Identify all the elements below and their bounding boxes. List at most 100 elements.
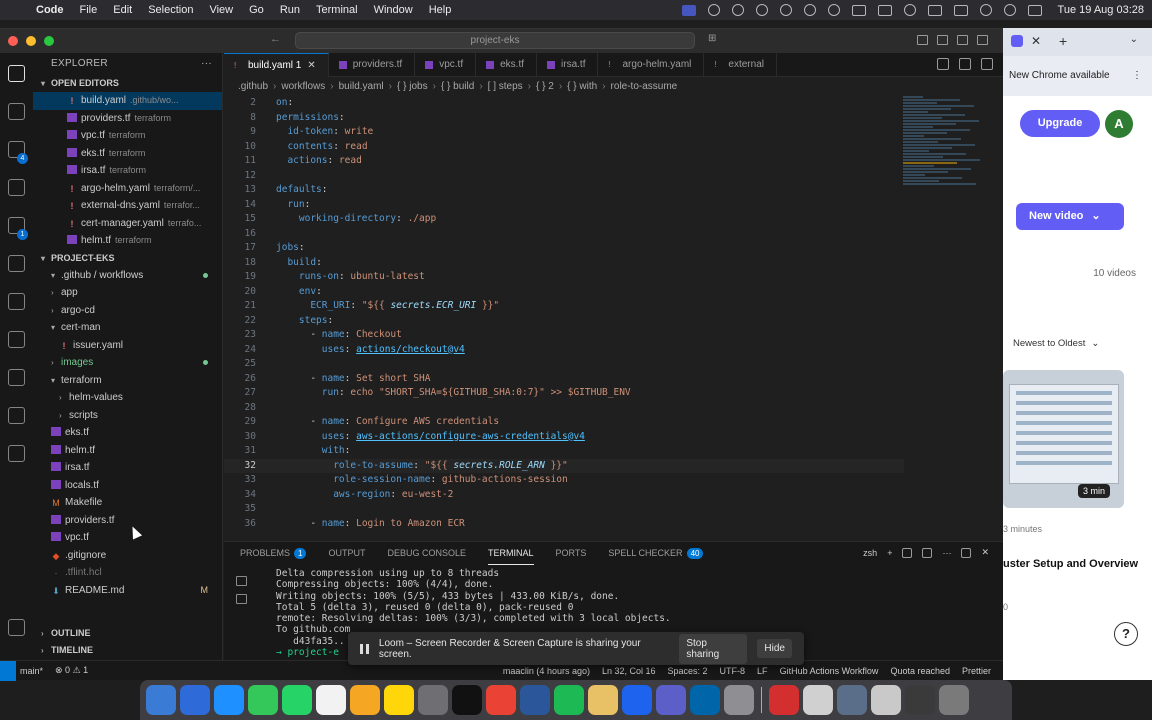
menu-selection[interactable]: Selection bbox=[148, 4, 193, 16]
outline-header[interactable]: › OUTLINE bbox=[33, 625, 222, 642]
search-icon[interactable] bbox=[8, 103, 25, 120]
search-icon[interactable] bbox=[1003, 4, 1016, 16]
menu-view[interactable]: View bbox=[209, 4, 233, 16]
menu-terminal[interactable]: Terminal bbox=[316, 4, 358, 16]
spotify-icon[interactable] bbox=[554, 685, 584, 715]
open-editor-item[interactable]: eks.tf terraform bbox=[33, 145, 222, 163]
help-button[interactable]: ? bbox=[1114, 622, 1138, 646]
trash-icon[interactable] bbox=[939, 685, 969, 715]
tree-item[interactable]: providers.tf bbox=[33, 512, 222, 530]
code-line[interactable]: 8 permissions: bbox=[224, 111, 904, 126]
tree-item[interactable]: ⬇ README.md M bbox=[33, 582, 222, 600]
tree-item[interactable]: › helm-values bbox=[33, 389, 222, 407]
panel-tab-ports[interactable]: PORTS bbox=[556, 542, 587, 564]
explorer-icon[interactable] bbox=[8, 65, 25, 82]
cursor-position[interactable]: Ln 32, Col 16 bbox=[602, 666, 656, 676]
encoding-indicator[interactable]: UTF-8 bbox=[720, 666, 746, 676]
menu-run[interactable]: Run bbox=[280, 4, 300, 16]
code-line[interactable]: 20 env: bbox=[224, 285, 904, 300]
problems-indicator[interactable]: ⊗ 0 ⚠ 1 bbox=[55, 665, 88, 676]
battery-icon[interactable] bbox=[953, 4, 968, 16]
tray-app-icon[interactable] bbox=[779, 4, 792, 16]
display-icon[interactable] bbox=[927, 4, 942, 16]
panel-tab-debug-console[interactable]: DEBUG CONSOLE bbox=[387, 542, 466, 564]
code-line[interactable]: 28 bbox=[224, 401, 904, 416]
language-indicator[interactable]: GitHub Actions Workflow bbox=[780, 666, 879, 676]
menu-code[interactable]: Code bbox=[36, 4, 64, 16]
code-line[interactable]: 17 jobs: bbox=[224, 241, 904, 256]
tree-item[interactable]: locals.tf bbox=[33, 477, 222, 495]
code-line[interactable]: 2 on: bbox=[224, 96, 904, 111]
tree-item[interactable]: helm.tf bbox=[33, 442, 222, 460]
project-header[interactable]: ▾ PROJECT-EKS bbox=[33, 250, 222, 267]
finder-icon[interactable] bbox=[146, 685, 176, 715]
open-editor-item[interactable]: providers.tf terraform bbox=[33, 110, 222, 128]
code-line[interactable]: 13 defaults: bbox=[224, 183, 904, 198]
tree-item[interactable]: › images bbox=[33, 354, 222, 372]
customize-layout-icon[interactable] bbox=[977, 35, 988, 45]
stop-sharing-button[interactable]: Stop sharing bbox=[679, 633, 748, 664]
code-line[interactable]: 27 run: echo "SHORT_SHA=${GITHUB_SHA:0:7… bbox=[224, 386, 904, 401]
copilot-icon[interactable]: ⊞ bbox=[708, 33, 716, 44]
chrome-update-text[interactable]: New Chrome available bbox=[1009, 70, 1110, 81]
menu-file[interactable]: File bbox=[80, 4, 98, 16]
chrome-icon[interactable] bbox=[486, 685, 516, 715]
tab-providers[interactable]: providers.tf bbox=[329, 53, 416, 77]
github-actions-icon[interactable] bbox=[8, 369, 25, 386]
prettier-indicator[interactable]: Prettier bbox=[962, 666, 991, 676]
command-center[interactable]: project-eks bbox=[295, 32, 695, 49]
hide-button[interactable]: Hide bbox=[757, 639, 792, 658]
code-line[interactable]: 18 build: bbox=[224, 256, 904, 271]
tree-item[interactable]: M Makefile bbox=[33, 494, 222, 512]
messages-icon[interactable] bbox=[248, 685, 278, 715]
code-line[interactable]: 26 - name: Set short SHA bbox=[224, 372, 904, 387]
open-editor-item[interactable]: irsa.tf terraform bbox=[33, 162, 222, 180]
sort-select[interactable]: Newest to Oldest ⌄ bbox=[1013, 338, 1099, 349]
breadcrumb-item[interactable]: { } 2 bbox=[536, 81, 554, 92]
remote-indicator[interactable] bbox=[0, 660, 16, 681]
chrome-menu-icon[interactable]: ⋮ bbox=[1132, 70, 1142, 81]
tree-item[interactable]: ▾ terraform bbox=[33, 372, 222, 390]
app-store-icon[interactable] bbox=[180, 685, 210, 715]
tab-argo-helm[interactable]: ! argo-helm.yaml bbox=[598, 53, 705, 77]
breadcrumb-item[interactable]: { } with bbox=[567, 81, 597, 92]
code-line[interactable]: 33 role-session-name: github-actions-ses… bbox=[224, 473, 904, 488]
close-tab-icon[interactable]: ✕ bbox=[307, 60, 315, 71]
tree-item[interactable]: · .tflint.hcl bbox=[33, 564, 222, 582]
tab-eks[interactable]: eks.tf bbox=[476, 53, 538, 77]
moon-icon[interactable] bbox=[827, 4, 840, 16]
screen-record-icon[interactable] bbox=[681, 4, 696, 16]
docker-icon[interactable] bbox=[8, 331, 25, 348]
minimize-window-button[interactable] bbox=[26, 36, 36, 46]
remote-explorer-icon[interactable] bbox=[8, 255, 25, 272]
docker-icon[interactable] bbox=[622, 685, 652, 715]
tree-item[interactable]: irsa.tf bbox=[33, 459, 222, 477]
video-title[interactable]: uster Setup and Overview bbox=[1003, 556, 1143, 573]
toggle-panel-icon[interactable] bbox=[937, 35, 948, 45]
folder-icon[interactable] bbox=[588, 685, 618, 715]
breadcrumb-item[interactable]: [ ] steps bbox=[488, 81, 523, 92]
code-editor[interactable]: 2 on: 8 permissions: 9 id-token: write 10 con… bbox=[224, 96, 904, 541]
code-line[interactable]: 11 actions: read bbox=[224, 154, 904, 169]
code-line[interactable]: 16 bbox=[224, 227, 904, 242]
tree-item[interactable]: vpc.tf bbox=[33, 529, 222, 547]
tree-item[interactable]: ▾ .github / workflows bbox=[33, 267, 222, 285]
tray-app-icon[interactable] bbox=[803, 4, 816, 16]
trash-icon[interactable] bbox=[922, 547, 933, 558]
open-editor-item[interactable]: ! cert-manager.yaml terrafo... bbox=[33, 215, 222, 233]
tray-app-icon[interactable] bbox=[707, 4, 720, 16]
close-tab-icon[interactable]: ✕ bbox=[1031, 34, 1041, 48]
menu-edit[interactable]: Edit bbox=[113, 4, 132, 16]
tab-irsa[interactable]: irsa.tf bbox=[537, 53, 599, 77]
code-line[interactable]: 32 role-to-assume: "${{ secrets.ROLE_ARN… bbox=[224, 458, 904, 473]
tree-item[interactable]: ▾ cert-man bbox=[33, 319, 222, 337]
panel-tab-problems[interactable]: PROBLEMS 1 bbox=[240, 542, 307, 564]
breadcrumb-item[interactable]: workflows bbox=[281, 81, 325, 92]
panel-tab-output[interactable]: OUTPUT bbox=[328, 542, 365, 564]
panel-tab-spell-checker[interactable]: SPELL CHECKER 40 bbox=[608, 542, 704, 564]
code-line[interactable]: 36 - name: Login to Amazon ECR bbox=[224, 517, 904, 532]
more-icon[interactable]: ··· bbox=[942, 548, 951, 558]
terminal-icon[interactable] bbox=[452, 685, 482, 715]
tree-item[interactable]: eks.tf bbox=[33, 424, 222, 442]
tree-item[interactable]: › argo-cd bbox=[33, 302, 222, 320]
